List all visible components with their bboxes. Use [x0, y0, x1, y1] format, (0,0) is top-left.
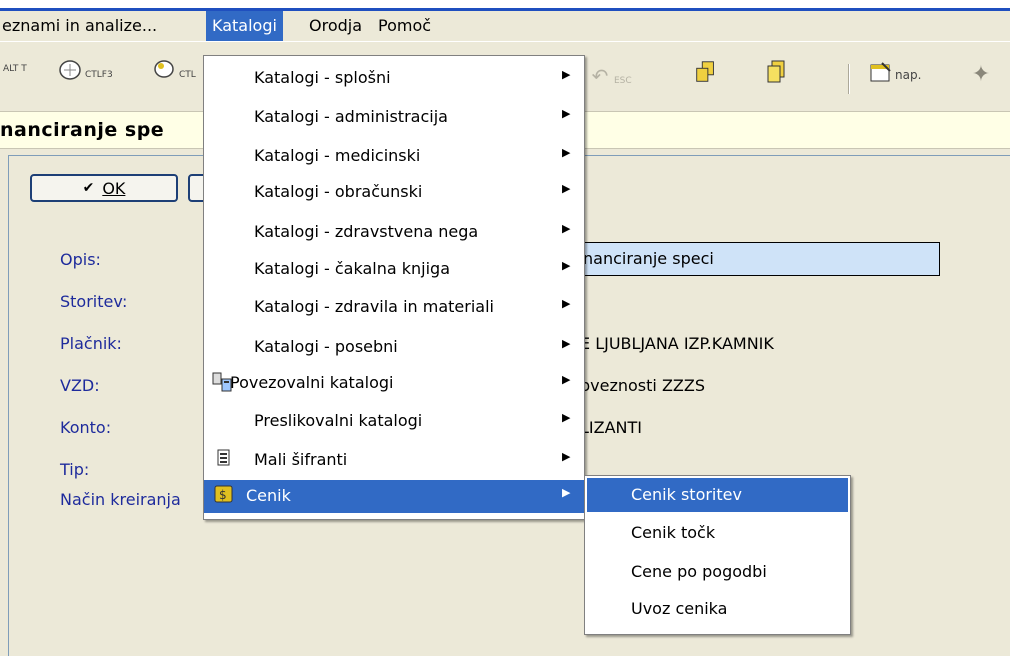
toolbar-ctlf3-button[interactable]: CTLF3: [58, 58, 113, 82]
menu-item-label: Katalogi - posebni: [254, 337, 398, 356]
menubar: eznami in analize... Katalogi Orodja Pom…: [0, 11, 1010, 41]
window-titlebar: [0, 0, 1010, 11]
opis-label: Opis:: [60, 250, 101, 269]
submenu-arrow-icon: ▶: [562, 222, 571, 235]
menu-item-label: Katalogi - zdravstvena nega: [254, 222, 479, 241]
konto-value: LIZANTI: [580, 418, 642, 437]
menu-item-katalogi-administracija[interactable]: Katalogi - administracija ▶: [204, 101, 584, 134]
menu-pomoc[interactable]: Pomoč: [372, 11, 437, 41]
menu-item-label: Katalogi - zdravila in materiali: [254, 297, 494, 316]
submenu-arrow-icon: ▶: [562, 337, 571, 350]
submenu-arrow-icon: ▶: [562, 450, 571, 463]
submenu-item-cene-po-pogodbi[interactable]: Cene po pogodbi: [587, 555, 848, 589]
submenu-arrow-icon: ▶: [562, 486, 571, 499]
menu-item-katalogi-zdravstvena-nega[interactable]: Katalogi - zdravstvena nega ▶: [204, 216, 584, 249]
submenu-item-label: Cenik storitev: [631, 485, 742, 504]
menu-katalogi[interactable]: Katalogi: [206, 11, 283, 41]
toolbar-alt-t-button[interactable]: ALT T: [2, 64, 27, 76]
menu-item-label: Preslikovalni katalogi: [254, 411, 423, 430]
menu-item-label: Katalogi - čakalna knjiga: [254, 259, 450, 278]
submenu-arrow-icon: ▶: [562, 259, 571, 272]
ctl-label: CTL: [179, 70, 196, 80]
copy-icon: [693, 60, 719, 84]
submenu-item-label: Uvoz cenika: [631, 599, 728, 618]
submenu-item-uvoz-cenika[interactable]: Uvoz cenika: [587, 592, 848, 626]
undo-icon: ↶: [591, 64, 609, 88]
menu-item-label: Povezovalni katalogi: [230, 373, 394, 392]
ctlf3-label: CTLF3: [85, 70, 113, 80]
konto-label: Konto:: [60, 418, 112, 437]
menu-item-label: Cenik: [246, 486, 291, 505]
submenu-item-label: Cenik točk: [631, 523, 716, 542]
search-icon: [152, 58, 178, 82]
toolbar-copy-button[interactable]: [693, 60, 719, 84]
price-list-icon: $: [212, 484, 234, 506]
submenu-arrow-icon: ▶: [562, 297, 571, 310]
storitev-label: Storitev:: [60, 292, 128, 311]
cenik-submenu: Cenik storitev Cenik točk Cene po pogodb…: [584, 475, 851, 635]
nacin-kreiranja-label: Način kreiranja: [60, 490, 181, 509]
menu-item-label: Katalogi - administracija: [254, 107, 448, 126]
menu-item-label: Katalogi - splošni: [254, 68, 391, 87]
submenu-arrow-icon: ▶: [562, 146, 571, 159]
submenu-arrow-icon: ▶: [562, 182, 571, 195]
katalogi-dropdown: Katalogi - splošni ▶ Katalogi - administr…: [203, 55, 585, 520]
placnik-value: E LJUBLJANA IZP.KAMNIK: [580, 334, 774, 353]
toolbar-pages-button[interactable]: [764, 60, 790, 84]
svg-text:$: $: [219, 488, 227, 502]
opis-field[interactable]: nanciranje speci: [578, 242, 940, 276]
menu-item-label: Katalogi - medicinski: [254, 146, 421, 165]
menu-item-mali-sifranti[interactable]: Mali šifranti ▶: [204, 444, 584, 477]
page-title: nanciranje spe: [0, 119, 165, 141]
menu-orodja[interactable]: Orodja: [303, 11, 368, 41]
diskette-icon: [58, 58, 84, 82]
submenu-arrow-icon: ▶: [562, 373, 571, 386]
puzzle-icon: ✦: [971, 61, 991, 87]
menu-item-preslikovalni-katalogi[interactable]: Preslikovalni katalogi ▶: [204, 405, 584, 438]
menu-item-label: Katalogi - obračunski: [254, 182, 423, 201]
menu-item-katalogi-obracunski[interactable]: Katalogi - obračunski ▶: [204, 176, 584, 209]
menu-item-label: Mali šifranti: [254, 450, 348, 469]
menu-item-katalogi-zdravila-in-materiali[interactable]: Katalogi - zdravila in materiali ▶: [204, 291, 584, 324]
nap-label: nap.: [895, 68, 922, 82]
menu-item-katalogi-cakalna-knjiga[interactable]: Katalogi - čakalna knjiga ▶: [204, 253, 584, 286]
small-code-icon: [216, 448, 238, 470]
submenu-arrow-icon: ▶: [562, 68, 571, 81]
check-icon: ✔: [82, 180, 95, 196]
pages-icon: [764, 60, 790, 84]
menu-seznami[interactable]: eznami in analize...: [0, 11, 163, 41]
submenu-item-label: Cene po pogodbi: [631, 562, 767, 581]
menu-item-povezovalni-katalogi[interactable]: Povezovalni katalogi ▶: [204, 367, 584, 400]
esc-label: ESC: [614, 76, 632, 86]
menu-item-katalogi-medicinski[interactable]: Katalogi - medicinski ▶: [204, 140, 584, 173]
toolbar-undo-button[interactable]: ↶ ESC: [587, 64, 632, 88]
placnik-label: Plačnik:: [60, 334, 122, 353]
submenu-arrow-icon: ▶: [562, 411, 571, 424]
menu-item-katalogi-splosni[interactable]: Katalogi - splošni ▶: [204, 62, 584, 95]
ok-button[interactable]: ✔ OK: [30, 174, 178, 202]
vzd-value: bveznosti ZZZS: [580, 376, 705, 395]
tip-label: Tip:: [60, 460, 90, 479]
menu-item-cenik[interactable]: $ Cenik ▶: [204, 480, 584, 513]
opis-value: nanciranje speci: [583, 249, 714, 268]
submenu-item-cenik-storitev[interactable]: Cenik storitev: [587, 478, 848, 512]
submenu-item-cenik-tock[interactable]: Cenik točk: [587, 516, 848, 550]
vzd-label: VZD:: [60, 376, 100, 395]
ok-label: OK: [102, 178, 126, 198]
toolbar-disabled-button[interactable]: ✦: [968, 61, 994, 87]
menu-item-katalogi-posebni[interactable]: Katalogi - posebni ▶: [204, 331, 584, 364]
toolbar-nap-button[interactable]: nap.: [868, 60, 921, 84]
form-edit-icon: [868, 60, 894, 84]
alt-t-label: ALT T: [3, 64, 27, 74]
submenu-arrow-icon: ▶: [562, 107, 571, 120]
toolbar-ctl-button[interactable]: CTL: [152, 58, 196, 82]
